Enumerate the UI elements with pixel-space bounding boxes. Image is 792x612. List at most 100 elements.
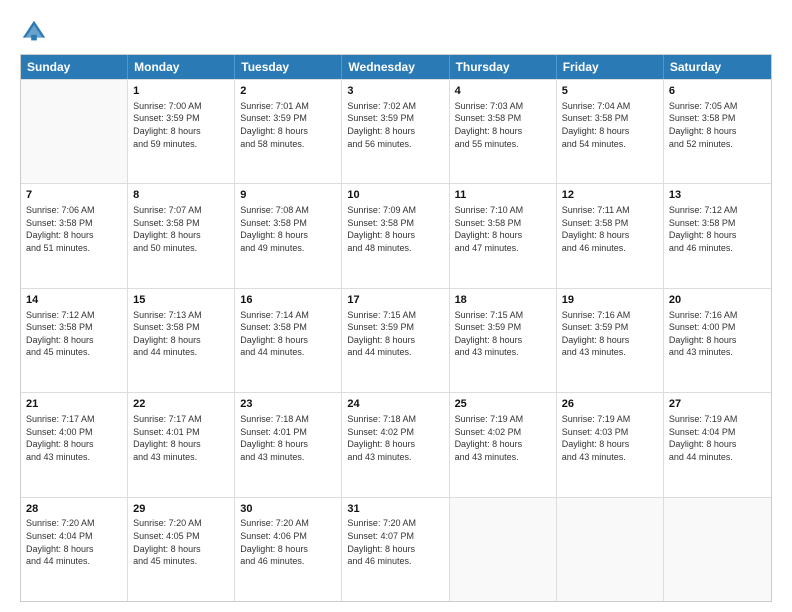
calendar-day-29: 29Sunrise: 7:20 AM Sunset: 4:05 PM Dayli… — [128, 498, 235, 601]
calendar-day-4: 4Sunrise: 7:03 AM Sunset: 3:58 PM Daylig… — [450, 80, 557, 183]
day-number: 12 — [562, 188, 658, 203]
day-number: 4 — [455, 84, 551, 99]
day-info: Sunrise: 7:14 AM Sunset: 3:58 PM Dayligh… — [240, 309, 336, 359]
calendar-day-27: 27Sunrise: 7:19 AM Sunset: 4:04 PM Dayli… — [664, 393, 771, 496]
calendar-day-30: 30Sunrise: 7:20 AM Sunset: 4:06 PM Dayli… — [235, 498, 342, 601]
day-info: Sunrise: 7:12 AM Sunset: 3:58 PM Dayligh… — [669, 204, 766, 254]
day-number: 18 — [455, 293, 551, 308]
day-info: Sunrise: 7:01 AM Sunset: 3:59 PM Dayligh… — [240, 100, 336, 150]
day-info: Sunrise: 7:10 AM Sunset: 3:58 PM Dayligh… — [455, 204, 551, 254]
day-info: Sunrise: 7:12 AM Sunset: 3:58 PM Dayligh… — [26, 309, 122, 359]
day-info: Sunrise: 7:00 AM Sunset: 3:59 PM Dayligh… — [133, 100, 229, 150]
weekday-header-wednesday: Wednesday — [342, 55, 449, 79]
calendar-day-8: 8Sunrise: 7:07 AM Sunset: 3:58 PM Daylig… — [128, 184, 235, 287]
day-info: Sunrise: 7:03 AM Sunset: 3:58 PM Dayligh… — [455, 100, 551, 150]
day-info: Sunrise: 7:11 AM Sunset: 3:58 PM Dayligh… — [562, 204, 658, 254]
weekday-header-sunday: Sunday — [21, 55, 128, 79]
day-number: 11 — [455, 188, 551, 203]
day-info: Sunrise: 7:20 AM Sunset: 4:05 PM Dayligh… — [133, 517, 229, 567]
calendar-day-28: 28Sunrise: 7:20 AM Sunset: 4:04 PM Dayli… — [21, 498, 128, 601]
calendar-day-24: 24Sunrise: 7:18 AM Sunset: 4:02 PM Dayli… — [342, 393, 449, 496]
day-number: 27 — [669, 397, 766, 412]
calendar-day-14: 14Sunrise: 7:12 AM Sunset: 3:58 PM Dayli… — [21, 289, 128, 392]
weekday-header-friday: Friday — [557, 55, 664, 79]
calendar-day-26: 26Sunrise: 7:19 AM Sunset: 4:03 PM Dayli… — [557, 393, 664, 496]
calendar-day-17: 17Sunrise: 7:15 AM Sunset: 3:59 PM Dayli… — [342, 289, 449, 392]
calendar-day-13: 13Sunrise: 7:12 AM Sunset: 3:58 PM Dayli… — [664, 184, 771, 287]
calendar-row-0: 1Sunrise: 7:00 AM Sunset: 3:59 PM Daylig… — [21, 79, 771, 183]
day-number: 19 — [562, 293, 658, 308]
calendar-day-2: 2Sunrise: 7:01 AM Sunset: 3:59 PM Daylig… — [235, 80, 342, 183]
day-info: Sunrise: 7:19 AM Sunset: 4:03 PM Dayligh… — [562, 413, 658, 463]
day-number: 21 — [26, 397, 122, 412]
calendar-day-10: 10Sunrise: 7:09 AM Sunset: 3:58 PM Dayli… — [342, 184, 449, 287]
day-number: 28 — [26, 502, 122, 517]
calendar-day-15: 15Sunrise: 7:13 AM Sunset: 3:58 PM Dayli… — [128, 289, 235, 392]
header — [20, 18, 772, 46]
calendar-header-row: SundayMondayTuesdayWednesdayThursdayFrid… — [21, 55, 771, 79]
calendar-day-18: 18Sunrise: 7:15 AM Sunset: 3:59 PM Dayli… — [450, 289, 557, 392]
day-info: Sunrise: 7:09 AM Sunset: 3:58 PM Dayligh… — [347, 204, 443, 254]
calendar-day-16: 16Sunrise: 7:14 AM Sunset: 3:58 PM Dayli… — [235, 289, 342, 392]
calendar-row-1: 7Sunrise: 7:06 AM Sunset: 3:58 PM Daylig… — [21, 183, 771, 287]
calendar-day-22: 22Sunrise: 7:17 AM Sunset: 4:01 PM Dayli… — [128, 393, 235, 496]
day-number: 26 — [562, 397, 658, 412]
day-number: 2 — [240, 84, 336, 99]
calendar-day-6: 6Sunrise: 7:05 AM Sunset: 3:58 PM Daylig… — [664, 80, 771, 183]
calendar-day-23: 23Sunrise: 7:18 AM Sunset: 4:01 PM Dayli… — [235, 393, 342, 496]
page: SundayMondayTuesdayWednesdayThursdayFrid… — [0, 0, 792, 612]
day-info: Sunrise: 7:17 AM Sunset: 4:01 PM Dayligh… — [133, 413, 229, 463]
day-number: 5 — [562, 84, 658, 99]
day-info: Sunrise: 7:15 AM Sunset: 3:59 PM Dayligh… — [347, 309, 443, 359]
day-info: Sunrise: 7:07 AM Sunset: 3:58 PM Dayligh… — [133, 204, 229, 254]
day-info: Sunrise: 7:16 AM Sunset: 4:00 PM Dayligh… — [669, 309, 766, 359]
day-info: Sunrise: 7:02 AM Sunset: 3:59 PM Dayligh… — [347, 100, 443, 150]
day-number: 9 — [240, 188, 336, 203]
day-info: Sunrise: 7:05 AM Sunset: 3:58 PM Dayligh… — [669, 100, 766, 150]
calendar: SundayMondayTuesdayWednesdayThursdayFrid… — [20, 54, 772, 602]
day-number: 16 — [240, 293, 336, 308]
calendar-day-25: 25Sunrise: 7:19 AM Sunset: 4:02 PM Dayli… — [450, 393, 557, 496]
day-info: Sunrise: 7:16 AM Sunset: 3:59 PM Dayligh… — [562, 309, 658, 359]
calendar-day-9: 9Sunrise: 7:08 AM Sunset: 3:58 PM Daylig… — [235, 184, 342, 287]
day-number: 31 — [347, 502, 443, 517]
calendar-empty-cell — [450, 498, 557, 601]
day-info: Sunrise: 7:08 AM Sunset: 3:58 PM Dayligh… — [240, 204, 336, 254]
day-number: 23 — [240, 397, 336, 412]
day-number: 24 — [347, 397, 443, 412]
calendar-day-31: 31Sunrise: 7:20 AM Sunset: 4:07 PM Dayli… — [342, 498, 449, 601]
calendar-empty-cell — [21, 80, 128, 183]
day-info: Sunrise: 7:13 AM Sunset: 3:58 PM Dayligh… — [133, 309, 229, 359]
weekday-header-tuesday: Tuesday — [235, 55, 342, 79]
day-number: 8 — [133, 188, 229, 203]
day-number: 14 — [26, 293, 122, 308]
calendar-day-12: 12Sunrise: 7:11 AM Sunset: 3:58 PM Dayli… — [557, 184, 664, 287]
day-info: Sunrise: 7:20 AM Sunset: 4:04 PM Dayligh… — [26, 517, 122, 567]
weekday-header-thursday: Thursday — [450, 55, 557, 79]
day-info: Sunrise: 7:18 AM Sunset: 4:02 PM Dayligh… — [347, 413, 443, 463]
day-info: Sunrise: 7:17 AM Sunset: 4:00 PM Dayligh… — [26, 413, 122, 463]
weekday-header-monday: Monday — [128, 55, 235, 79]
day-info: Sunrise: 7:15 AM Sunset: 3:59 PM Dayligh… — [455, 309, 551, 359]
calendar-day-19: 19Sunrise: 7:16 AM Sunset: 3:59 PM Dayli… — [557, 289, 664, 392]
day-number: 22 — [133, 397, 229, 412]
day-info: Sunrise: 7:20 AM Sunset: 4:07 PM Dayligh… — [347, 517, 443, 567]
logo — [20, 18, 52, 46]
day-info: Sunrise: 7:20 AM Sunset: 4:06 PM Dayligh… — [240, 517, 336, 567]
day-info: Sunrise: 7:06 AM Sunset: 3:58 PM Dayligh… — [26, 204, 122, 254]
calendar-body: 1Sunrise: 7:00 AM Sunset: 3:59 PM Daylig… — [21, 79, 771, 601]
day-info: Sunrise: 7:19 AM Sunset: 4:02 PM Dayligh… — [455, 413, 551, 463]
day-info: Sunrise: 7:04 AM Sunset: 3:58 PM Dayligh… — [562, 100, 658, 150]
logo-icon — [20, 18, 48, 46]
day-number: 29 — [133, 502, 229, 517]
day-number: 17 — [347, 293, 443, 308]
day-number: 6 — [669, 84, 766, 99]
weekday-header-saturday: Saturday — [664, 55, 771, 79]
calendar-day-11: 11Sunrise: 7:10 AM Sunset: 3:58 PM Dayli… — [450, 184, 557, 287]
day-info: Sunrise: 7:18 AM Sunset: 4:01 PM Dayligh… — [240, 413, 336, 463]
day-number: 7 — [26, 188, 122, 203]
calendar-empty-cell — [664, 498, 771, 601]
day-number: 1 — [133, 84, 229, 99]
day-number: 20 — [669, 293, 766, 308]
day-number: 10 — [347, 188, 443, 203]
